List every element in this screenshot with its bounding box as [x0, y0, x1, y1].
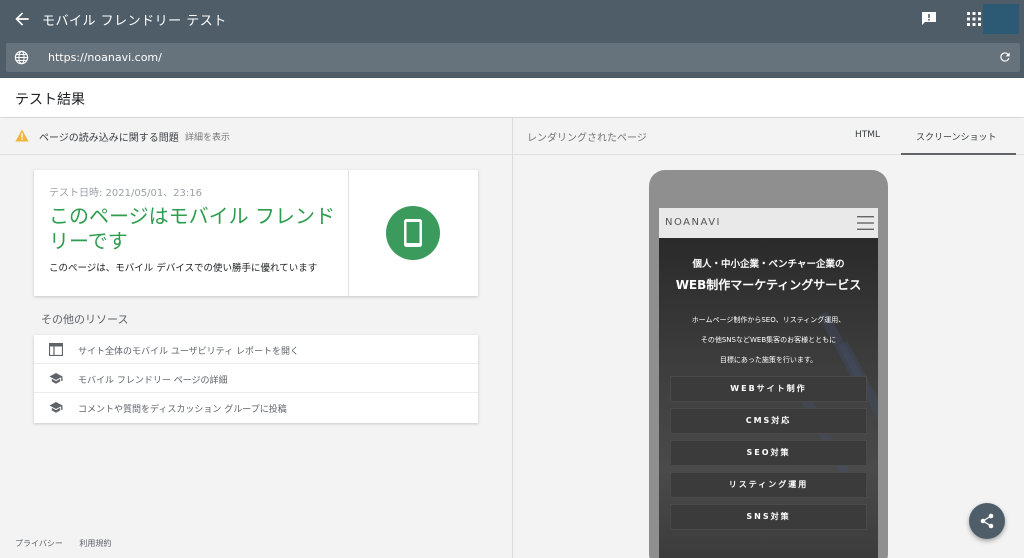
resources-list: サイト全体のモバイル ユーザビリティ レポートを開く モバイル フレンドリー ペ…: [34, 335, 478, 423]
hamburger-menu-icon: [857, 216, 874, 230]
warning-icon: [15, 129, 29, 142]
globe-icon: [14, 50, 29, 65]
url-value[interactable]: https://noanavi.com/: [48, 51, 162, 64]
footer-links: プライバシー 利用規約: [15, 538, 125, 549]
hero-body-line: その他SNSなどWEB集客のお客様とともに: [700, 336, 837, 344]
rendered-page-header: レンダリングされたページ HTML スクリーンショット: [513, 118, 1024, 155]
rendered-page-label: レンダリングされたページ: [527, 133, 647, 144]
site-header: NOANAVI: [659, 208, 878, 238]
privacy-link[interactable]: プライバシー: [15, 539, 63, 548]
title-row: モバイル フレンドリー テスト: [0, 0, 1024, 38]
hero-section: 個人・中小企業・ベンチャー企業の WEB制作マーケティングサービス ホームページ…: [659, 238, 878, 558]
service-button-listing: リスティング運用: [670, 472, 867, 498]
rendered-screenshot[interactable]: NOANAVI 個人・中小企業・ベンチャー企業の WEB制作マーケティングサービ…: [659, 208, 878, 558]
mobile-friendly-headline: このページはモバイル フレンドリーです: [49, 204, 335, 253]
mobile-friendly-badge: [386, 206, 440, 260]
show-details-link[interactable]: 詳細を表示: [185, 130, 230, 143]
url-bar[interactable]: https://noanavi.com/: [6, 43, 1020, 72]
resource-item-usability-report[interactable]: サイト全体のモバイル ユーザビリティ レポートを開く: [34, 335, 478, 364]
service-button-seo: SEO対策: [670, 440, 867, 466]
app-bar: モバイル フレンドリー テスト https://noanavi.com/: [0, 0, 1024, 78]
tab-html[interactable]: HTML: [855, 130, 880, 140]
hero-body-line: ホームページ制作からSEO、リスティング運用、: [691, 316, 846, 324]
result-description: このページは、モバイル デバイスでの使い勝手に優れています: [49, 263, 318, 274]
hero-subtitle: 個人・中小企業・ベンチャー企業の: [692, 259, 845, 270]
back-arrow-icon[interactable]: [12, 9, 32, 29]
phone-frame: NOANAVI 個人・中小企業・ベンチャー企業の WEB制作マーケティングサービ…: [649, 170, 888, 558]
active-tab-indicator: [901, 153, 1016, 155]
right-pane: レンダリングされたページ HTML スクリーンショット NOANAVI 個人・中…: [513, 118, 1024, 558]
smartphone-icon: [404, 219, 422, 247]
left-pane: ページの読み込みに関する問題 詳細を表示 テスト日時: 2021/05/01、2…: [0, 118, 512, 558]
share-button[interactable]: [969, 503, 1005, 539]
school-icon: [49, 373, 63, 384]
service-button-web: WEBサイト制作: [670, 376, 867, 402]
apps-grid-icon[interactable]: [967, 12, 981, 26]
hero-body: ホームページ制作からSEO、リスティング運用、 その他SNSなどWEB集客のお客…: [659, 310, 878, 370]
tab-screenshot[interactable]: スクリーンショット: [916, 130, 997, 143]
card-divider: [348, 170, 349, 296]
app-title: モバイル フレンドリー テスト: [42, 14, 227, 29]
resource-item-mobile-friendly-details[interactable]: モバイル フレンドリー ページの詳細: [34, 364, 478, 393]
results-title: テスト結果: [15, 92, 85, 108]
results-header: テスト結果: [0, 78, 1024, 117]
web-icon: [49, 343, 63, 356]
page-loading-issues[interactable]: ページの読み込みに関する問題 詳細を表示: [0, 118, 512, 155]
issues-label: ページの読み込みに関する問題: [39, 133, 179, 144]
share-icon: [980, 513, 994, 529]
school-icon: [49, 402, 63, 413]
account-avatar[interactable]: [983, 4, 1019, 34]
resource-label: モバイル フレンドリー ページの詳細: [78, 376, 228, 386]
feedback-icon[interactable]: [921, 11, 937, 26]
hero-body-line: 目標にあった施策を行います。: [719, 356, 818, 364]
result-card: テスト日時: 2021/05/01、23:16 このページはモバイル フレンドリ…: [34, 170, 478, 296]
service-button-cms: CMS対応: [670, 408, 867, 434]
resource-item-discussion-group[interactable]: コメントや質問をディスカッション グループに投稿: [34, 393, 478, 422]
test-date: テスト日時: 2021/05/01、23:16: [49, 188, 203, 199]
terms-link[interactable]: 利用規約: [79, 539, 111, 548]
resource-label: コメントや質問をディスカッション グループに投稿: [78, 405, 287, 415]
hero-title: WEB制作マーケティングサービス: [675, 278, 862, 292]
site-logo: NOANAVI: [665, 217, 721, 228]
resource-label: サイト全体のモバイル ユーザビリティ レポートを開く: [78, 347, 300, 357]
service-button-sns: SNS対策: [670, 504, 867, 530]
reload-icon[interactable]: [998, 50, 1012, 64]
other-resources-title: その他のリソース: [41, 313, 129, 326]
